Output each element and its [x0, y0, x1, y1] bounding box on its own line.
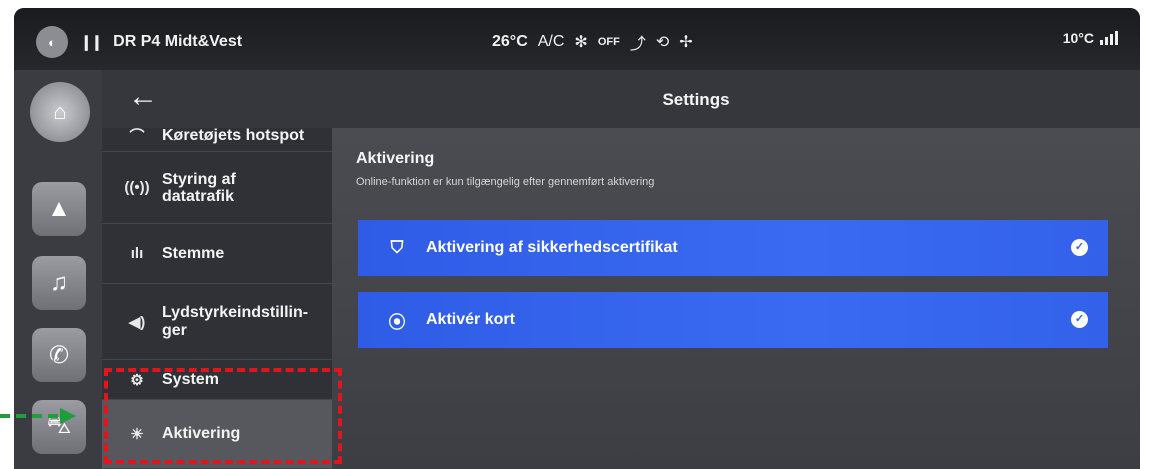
section-title: Aktivering — [356, 150, 435, 167]
outside-temperature: 10°C — [1062, 30, 1094, 46]
recirculation-icon[interactable]: ⟲ — [656, 32, 669, 52]
cabin-temperature[interactable]: 26°C — [492, 33, 528, 51]
menu-item-label: Styring af datatrafik — [162, 170, 236, 205]
check-icon: ✓ — [1071, 239, 1088, 256]
highlight-box — [104, 368, 342, 464]
pause-icon[interactable]: ❙❙ — [80, 33, 103, 51]
antenna-icon: ((•)) — [124, 179, 150, 196]
climate-status: 26°C A/C ✻ OFF ⤴ ⟲ ✢ — [492, 30, 693, 54]
music-icon[interactable]: ♫ — [32, 256, 86, 310]
location-pin-icon: ⦿ — [388, 312, 406, 332]
row-label: Aktivering af sikkerhedscertifikat — [426, 239, 678, 256]
page-title: Settings — [662, 90, 730, 109]
media-status: ◐ ❙❙ DR P4 Midt&Vest — [36, 26, 242, 58]
fan-status: OFF — [597, 36, 620, 48]
menu-item-label: Lydstyrkeindstillin-ger — [162, 303, 309, 339]
section-subtitle: Online-funktion er kun tilgængelig efter… — [356, 176, 655, 188]
ac-label[interactable]: A/C — [538, 33, 565, 51]
voice-icon: ılı — [130, 245, 144, 262]
home-icon[interactable]: ⌂ — [30, 82, 90, 142]
activation-panel: Aktivering Online-funktion er kun tilgæn… — [332, 128, 1140, 469]
menu-item-datatraffic[interactable]: ((•)) Styring af datatrafik — [102, 152, 332, 224]
speaker-icon: ◀) — [128, 313, 146, 331]
phone-icon[interactable]: ✆ — [32, 328, 86, 382]
hotspot-icon: ⌒ — [129, 128, 145, 145]
signal-strength-icon — [1100, 31, 1118, 45]
menu-item-volume[interactable]: ◀) Lydstyrkeindstillin-ger — [102, 284, 332, 360]
menu-item-voice[interactable]: ılı Stemme — [102, 224, 332, 284]
menu-item-label: Køretøjets hotspot — [162, 126, 305, 144]
menu-item-label: Stemme — [162, 244, 225, 262]
pointer-arrow-icon — [0, 408, 76, 424]
shield-icon: ⛉ — [390, 238, 404, 257]
lights-icon[interactable]: ◐ — [36, 26, 68, 58]
menu-item-hotspot[interactable]: ⌒ Køretøjets hotspot — [102, 120, 332, 152]
check-icon: ✓ — [1071, 311, 1088, 328]
radio-station: DR P4 Midt&Vest — [113, 33, 243, 50]
navigation-icon[interactable]: ▲ — [32, 182, 86, 236]
seat-airflow-icon[interactable]: ⤴ — [630, 30, 646, 54]
defrost-icon[interactable]: ✢ — [679, 32, 692, 52]
security-certificate-row[interactable]: ⛉ Aktivering af sikkerhedscertifikat ✓ — [358, 220, 1108, 276]
outside-status: 10°C — [1063, 30, 1118, 46]
row-label: Aktivér kort — [426, 311, 515, 328]
activate-map-row[interactable]: ⦿ Aktivér kort ✓ — [358, 292, 1108, 348]
fan-icon[interactable]: ✻ — [574, 32, 587, 52]
status-bar: ◐ ❙❙ DR P4 Midt&Vest 26°C A/C ✻ OFF ⤴ ⟲ … — [14, 8, 1140, 70]
